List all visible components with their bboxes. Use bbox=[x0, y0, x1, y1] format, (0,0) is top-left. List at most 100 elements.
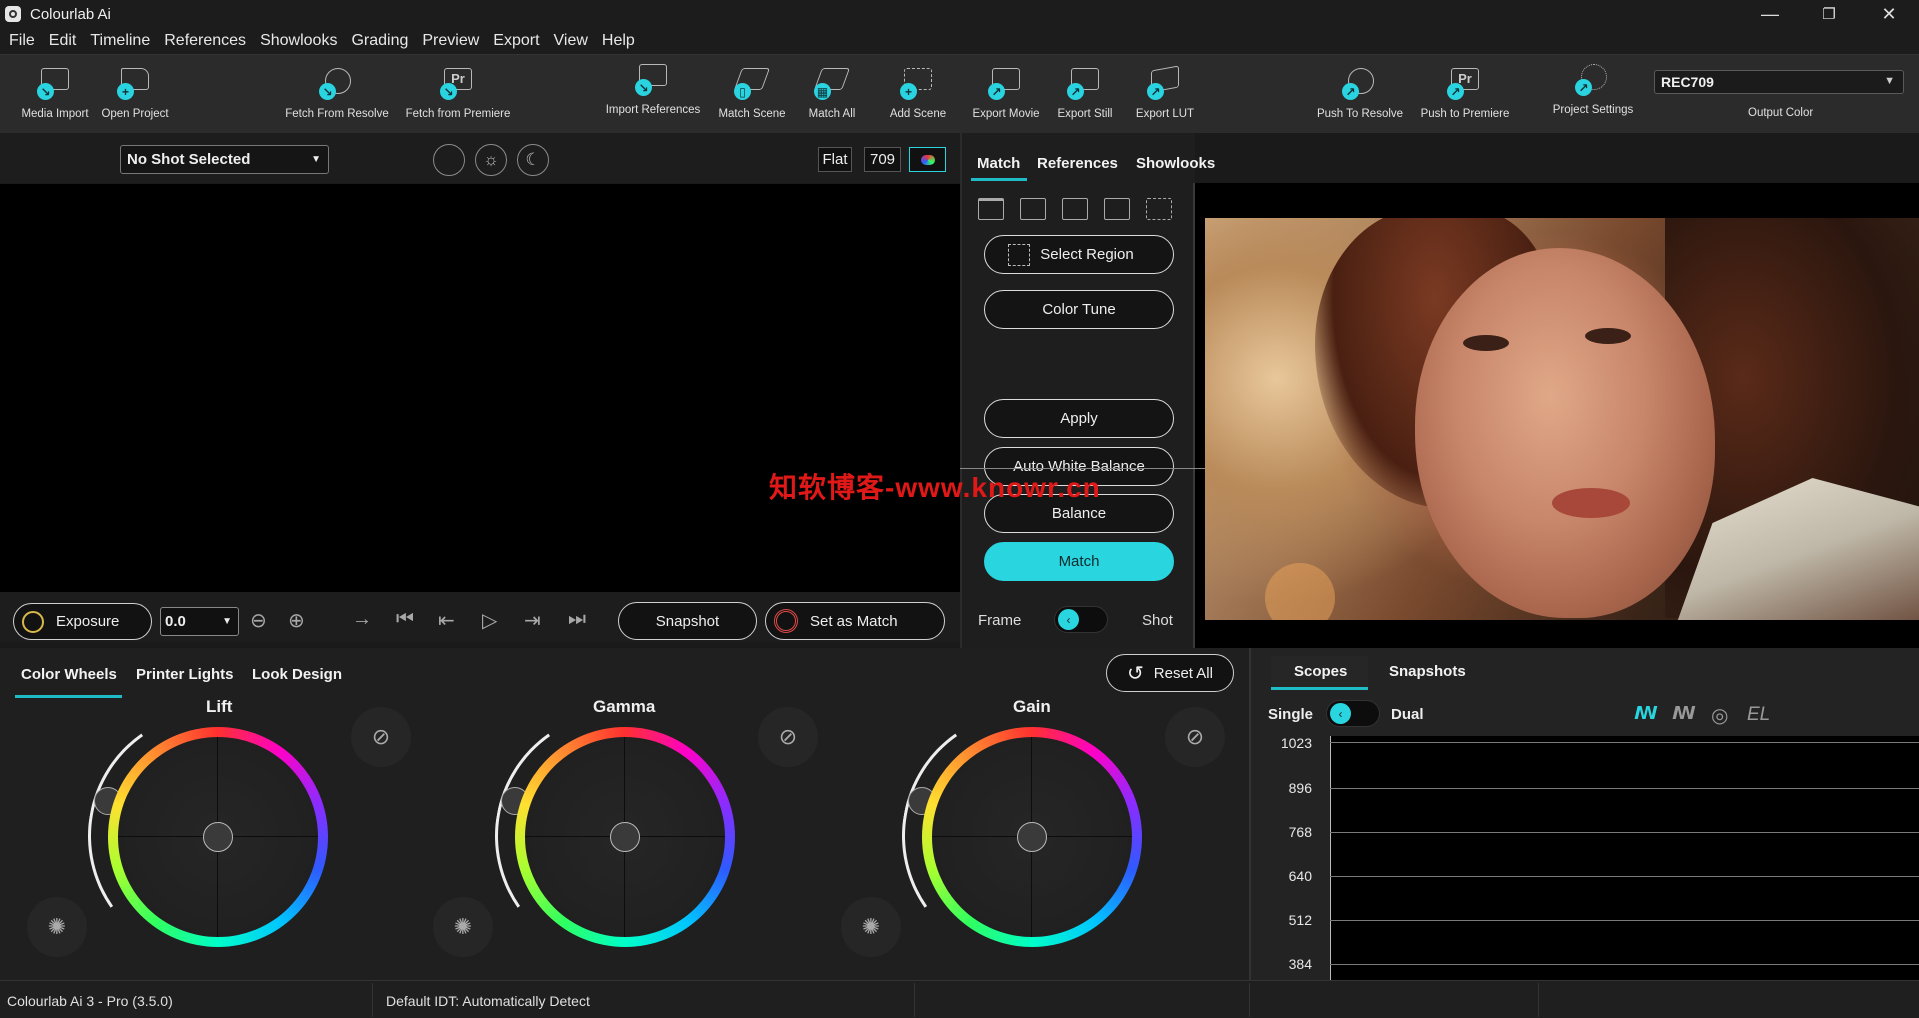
single-label: Single bbox=[1268, 706, 1314, 723]
match-scene-button[interactable]: ▯ Match Scene bbox=[717, 55, 787, 134]
reset-all-button[interactable]: ↺ Reset All bbox=[1106, 654, 1234, 692]
lift-color-wheel[interactable] bbox=[108, 727, 328, 947]
tab-color-wheels[interactable]: Color Wheels bbox=[21, 666, 117, 683]
lift-eyedropper-off-icon[interactable]: ⊘ bbox=[351, 707, 411, 767]
import-references-button[interactable]: ↘ Import References bbox=[604, 55, 702, 134]
maximize-button[interactable]: ❐ bbox=[1800, 0, 1858, 28]
shot-select[interactable]: No Shot Selected ▼ bbox=[120, 145, 329, 174]
layers-icon: ▯ bbox=[732, 65, 772, 109]
exposure-value-select[interactable]: 0.0 ▼ bbox=[160, 607, 239, 636]
select-region-button[interactable]: Select Region bbox=[984, 235, 1174, 274]
dual-label: Dual bbox=[1391, 706, 1424, 723]
color-tune-button[interactable]: Color Tune bbox=[984, 290, 1174, 329]
chevron-down-icon: ▼ bbox=[222, 616, 232, 627]
set-as-match-button[interactable]: Set as Match bbox=[765, 602, 945, 640]
menu-help[interactable]: Help bbox=[602, 32, 635, 50]
gain-puck[interactable] bbox=[1017, 822, 1047, 852]
skip-end-icon[interactable]: ⏭ bbox=[568, 608, 586, 631]
menu-preview[interactable]: Preview bbox=[422, 32, 479, 50]
lift-reset-icon[interactable]: ✺ bbox=[27, 897, 87, 957]
side-by-side-icon[interactable] bbox=[1062, 198, 1088, 220]
gain-eyedropper-off-icon[interactable]: ⊘ bbox=[1165, 707, 1225, 767]
menu-view[interactable]: View bbox=[554, 32, 588, 50]
arrow-right-icon[interactable]: → bbox=[352, 608, 372, 631]
fetch-from-premiere-button[interactable]: Pr ↘ Fetch from Premiere bbox=[405, 55, 511, 134]
media-import-button[interactable]: ↘ Media Import bbox=[20, 55, 90, 134]
vectorscope-icon[interactable]: ◎ bbox=[1711, 703, 1728, 728]
lift-puck[interactable] bbox=[203, 822, 233, 852]
parade-icon[interactable]: ꟿ bbox=[1672, 703, 1696, 724]
chevron-down-icon: ▼ bbox=[311, 154, 321, 165]
output-color-select[interactable]: REC709 ▼ bbox=[1654, 70, 1904, 94]
rec709-button[interactable]: 709 bbox=[864, 147, 901, 172]
tab-references[interactable]: References bbox=[1037, 155, 1118, 172]
moon-icon[interactable]: ☾ bbox=[517, 144, 549, 176]
menu-file[interactable]: File bbox=[9, 32, 35, 50]
version-status: Colourlab Ai 3 - Pro (3.5.0) bbox=[7, 993, 173, 1009]
y-tick-1023: 1023 bbox=[1280, 735, 1312, 751]
viewer-canvas[interactable] bbox=[0, 184, 960, 592]
gridline-768 bbox=[1330, 832, 1919, 833]
push-to-premiere-button[interactable]: Pr ↗ Push to Premiere bbox=[1416, 55, 1514, 134]
single-dual-toggle[interactable]: ‹ bbox=[1326, 700, 1380, 727]
menu-export[interactable]: Export bbox=[493, 32, 539, 50]
rgb-color-icon[interactable] bbox=[909, 147, 946, 172]
add-scene-button[interactable]: + Add Scene bbox=[883, 55, 953, 134]
project-settings-button[interactable]: ↗ Project Settings bbox=[1545, 55, 1641, 134]
split-view-icon[interactable] bbox=[1020, 198, 1046, 220]
export-lut-button[interactable]: ↗ Export LUT bbox=[1130, 55, 1200, 134]
export-movie-button[interactable]: ↗ Export Movie bbox=[970, 55, 1042, 134]
frame-label: Frame bbox=[978, 612, 1022, 629]
fullscreen-icon[interactable] bbox=[1146, 198, 1172, 220]
gamma-color-wheel[interactable] bbox=[515, 727, 735, 947]
step-back-icon[interactable]: ⇤ bbox=[438, 608, 455, 633]
step-forward-icon[interactable]: ⇥ bbox=[524, 608, 541, 633]
tab-showlooks[interactable]: Showlooks bbox=[1136, 155, 1215, 172]
menu-grading[interactable]: Grading bbox=[351, 32, 408, 50]
gamma-reset-icon[interactable]: ✺ bbox=[433, 897, 493, 957]
tab-color-wheels-indicator bbox=[15, 695, 122, 698]
snapshot-button[interactable]: Snapshot bbox=[618, 602, 757, 640]
minimize-button[interactable]: — bbox=[1741, 0, 1799, 28]
chevron-down-icon: ▼ bbox=[1884, 75, 1895, 87]
gridline-512 bbox=[1330, 920, 1919, 921]
el-scope-button[interactable]: EL bbox=[1747, 704, 1770, 726]
tab-match[interactable]: Match bbox=[977, 155, 1020, 172]
frame-shot-toggle[interactable]: ‹ bbox=[1054, 606, 1108, 633]
reset-icon: ↺ bbox=[1127, 662, 1144, 685]
match-button[interactable]: Match bbox=[984, 542, 1174, 581]
quad-view-icon[interactable] bbox=[1104, 198, 1130, 220]
export-still-button[interactable]: ↗ Export Still bbox=[1050, 55, 1120, 134]
plus-circle-icon[interactable]: ⊕ bbox=[288, 608, 305, 633]
menu-edit[interactable]: Edit bbox=[49, 32, 77, 50]
tab-scopes[interactable]: Scopes bbox=[1294, 663, 1347, 680]
circle-view-button[interactable] bbox=[433, 144, 465, 176]
close-button[interactable]: ✕ bbox=[1860, 0, 1918, 28]
tab-printer-lights[interactable]: Printer Lights bbox=[136, 666, 234, 683]
waveform-icon[interactable]: ꟿ bbox=[1634, 703, 1658, 724]
tab-look-design[interactable]: Look Design bbox=[252, 666, 342, 683]
menu-references[interactable]: References bbox=[164, 32, 246, 50]
skip-start-icon[interactable]: ⏮ bbox=[396, 608, 414, 631]
flat-button[interactable]: Flat bbox=[818, 147, 852, 172]
gain-reset-icon[interactable]: ✺ bbox=[841, 897, 901, 957]
open-project-button[interactable]: + Open Project bbox=[100, 55, 170, 134]
fetch-from-resolve-button[interactable]: ↘ Fetch From Resolve bbox=[285, 55, 389, 134]
gain-color-wheel[interactable] bbox=[922, 727, 1142, 947]
menu-bar: File Edit Timeline References Showlooks … bbox=[0, 28, 1919, 54]
exposure-button[interactable]: Exposure bbox=[13, 603, 152, 640]
gamma-eyedropper-off-icon[interactable]: ⊘ bbox=[758, 707, 818, 767]
premiere-push-icon: Pr ↗ bbox=[1445, 65, 1485, 109]
play-icon[interactable]: ▷ bbox=[482, 608, 497, 633]
push-to-resolve-button[interactable]: ↗ Push To Resolve bbox=[1312, 55, 1408, 134]
match-all-button[interactable]: ▦ Match All bbox=[797, 55, 867, 134]
menu-showlooks[interactable]: Showlooks bbox=[260, 32, 337, 50]
minus-circle-icon[interactable]: ⊖ bbox=[250, 608, 267, 633]
title-bar: Colourlab Ai bbox=[0, 0, 1919, 28]
sun-icon[interactable]: ☼ bbox=[475, 144, 507, 176]
menu-timeline[interactable]: Timeline bbox=[90, 32, 150, 50]
apply-button[interactable]: Apply bbox=[984, 399, 1174, 438]
single-view-icon[interactable] bbox=[978, 198, 1004, 220]
gamma-puck[interactable] bbox=[610, 822, 640, 852]
tab-snapshots[interactable]: Snapshots bbox=[1389, 663, 1466, 680]
